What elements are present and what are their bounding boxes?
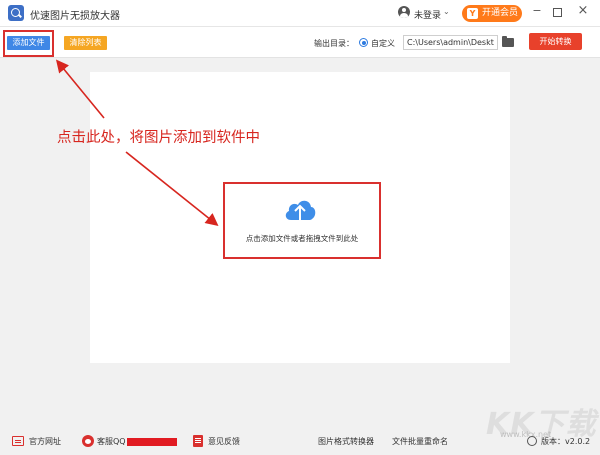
clear-list-button[interactable]: 清除列表	[64, 36, 107, 50]
user-icon[interactable]	[398, 6, 410, 18]
login-status[interactable]: 未登录	[414, 8, 441, 21]
vip-button[interactable]: Y 开通会员	[462, 5, 522, 22]
maximize-icon[interactable]	[553, 8, 562, 17]
feedback-icon[interactable]	[193, 435, 203, 447]
chevron-down-icon[interactable]: ⌄	[443, 7, 450, 16]
feedback-link[interactable]: 意见反馈	[208, 436, 240, 447]
minimize-icon[interactable]: −	[530, 4, 544, 20]
app-logo-icon	[8, 5, 24, 21]
close-icon[interactable]: ×	[576, 3, 590, 21]
support-link[interactable]: 客服QQ	[97, 436, 126, 447]
custom-radio-label[interactable]: 自定义	[371, 38, 395, 49]
start-convert-button[interactable]: 开始转换	[529, 33, 582, 50]
app-title: 优速图片无损放大器	[30, 11, 120, 22]
vip-icon: Y	[467, 8, 478, 19]
version-label: 版本：v2.0.2	[541, 437, 591, 446]
website-icon[interactable]	[12, 436, 24, 446]
website-link[interactable]: 官方网址	[29, 436, 61, 447]
add-files-highlight	[3, 30, 54, 57]
cloud-upload-icon[interactable]	[282, 196, 318, 224]
update-icon[interactable]	[527, 436, 537, 446]
drop-hint: 点击添加文件或者拖拽文件到此处	[245, 234, 359, 243]
folder-icon[interactable]	[502, 36, 514, 47]
output-path-input[interactable]	[403, 35, 498, 50]
custom-radio[interactable]	[359, 38, 368, 47]
format-converter-link[interactable]: 图片格式转换器	[318, 436, 374, 447]
qq-icon[interactable]	[82, 435, 94, 447]
output-dir-label: 输出目录：	[314, 39, 354, 48]
toolbar: 添加文件 清除列表 输出目录： 自定义 开始转换	[0, 27, 600, 58]
batch-rename-link[interactable]: 文件批量重命名	[392, 436, 448, 447]
annotation-text: 点击此处，将图片添加到软件中	[57, 130, 260, 146]
redacted-number	[127, 438, 177, 446]
vip-label: 开通会员	[482, 8, 519, 18]
title-bar: 优速图片无损放大器 未登录 ⌄ Y 开通会员 − ×	[0, 0, 600, 27]
